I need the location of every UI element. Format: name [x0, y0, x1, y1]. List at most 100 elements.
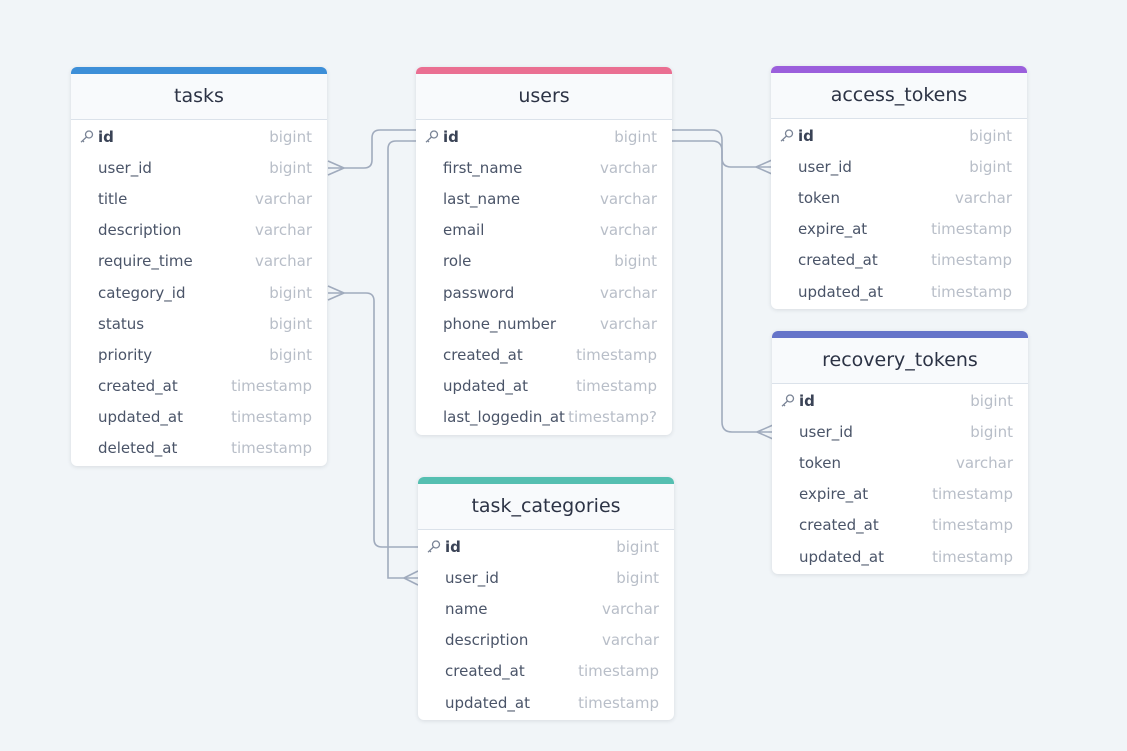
column-row[interactable]: created_at timestamp — [416, 339, 672, 370]
table-users[interactable]: users id bigint first_name varchar last_name v… — [416, 67, 672, 435]
column-row[interactable]: user_id bigint — [772, 416, 1028, 447]
column-name: id — [798, 126, 814, 145]
column-row[interactable]: updated_at timestamp — [418, 687, 674, 718]
column-row[interactable]: user_id bigint — [71, 152, 327, 183]
column-name: id — [98, 127, 114, 146]
column-row[interactable]: updated_at timestamp — [772, 541, 1028, 572]
column-row[interactable]: description varchar — [71, 215, 327, 246]
column-row[interactable]: deleted_at timestamp — [71, 433, 327, 464]
column-type: timestamp — [931, 220, 1012, 239]
column-type: varchar — [599, 189, 657, 208]
column-type: bigint — [269, 158, 312, 177]
column-row[interactable]: created_at timestamp — [771, 245, 1027, 276]
column-type: timestamp — [576, 345, 657, 364]
primary-key-row[interactable]: id bigint — [416, 121, 672, 152]
column-type: bigint — [269, 283, 312, 302]
column-row[interactable]: category_id bigint — [71, 277, 327, 308]
column-name: require_time — [98, 252, 193, 271]
table-color-bar — [418, 477, 674, 484]
column-row[interactable]: last_name varchar — [416, 183, 672, 214]
column-name: created_at — [445, 662, 525, 681]
link-users-tasks — [328, 129, 416, 169]
crowfoot-tasks-category-id — [327, 285, 345, 301]
column-row[interactable]: email varchar — [416, 215, 672, 246]
table-header[interactable]: tasks — [71, 74, 327, 120]
column-name: name — [445, 599, 488, 618]
table-tasks[interactable]: tasks id bigint user_id bigint title varchar de… — [71, 67, 327, 467]
table-access-tokens[interactable]: access_tokensid bigint user_id bigint token v… — [771, 66, 1027, 310]
column-type: bigint — [269, 127, 312, 146]
column-type: bigint — [970, 422, 1013, 441]
column-name: id — [799, 391, 815, 410]
column-name: created_at — [799, 516, 879, 535]
key-icon — [427, 540, 441, 553]
column-row[interactable]: priority bigint — [71, 339, 327, 370]
column-type: varchar — [599, 314, 657, 333]
column-row[interactable]: last_loggedin_at timestamp? — [416, 402, 672, 433]
table-header[interactable]: access_tokens — [771, 73, 1027, 119]
table-header[interactable]: recovery_tokens — [772, 338, 1028, 384]
column-type: timestamp — [932, 547, 1013, 566]
column-row[interactable]: token varchar — [772, 447, 1028, 478]
column-type: varchar — [601, 631, 659, 650]
column-row[interactable]: token varchar — [771, 182, 1027, 213]
column-row[interactable]: updated_at timestamp — [771, 276, 1027, 307]
column-name: updated_at — [798, 282, 883, 301]
column-row[interactable]: created_at timestamp — [418, 656, 674, 687]
column-name: token — [799, 453, 841, 472]
table-color-bar — [71, 67, 327, 74]
table-columns: id bigint user_id bigint token varchar expire_… — [771, 119, 1027, 309]
table-header[interactable]: users — [416, 74, 672, 120]
primary-key-row[interactable]: id bigint — [71, 121, 327, 152]
column-row[interactable]: expire_at timestamp — [771, 214, 1027, 245]
link-users-recovery-tokens — [672, 140, 773, 433]
column-name: created_at — [443, 345, 523, 364]
column-row[interactable]: title varchar — [71, 183, 327, 214]
column-type: bigint — [269, 345, 312, 364]
column-row[interactable]: name varchar — [418, 593, 674, 624]
crowfoot-access-tokens-user-id — [755, 159, 773, 175]
column-row[interactable]: expire_at timestamp — [772, 479, 1028, 510]
column-name: last_name — [443, 189, 521, 208]
column-row[interactable]: updated_at timestamp — [416, 371, 672, 402]
table-recovery-tokens[interactable]: recovery_tokens id bigint user_id bigint toke… — [772, 331, 1028, 575]
column-name: password — [443, 283, 515, 302]
table-header[interactable]: task_categories — [418, 484, 674, 530]
crowfoot-recovery-tokens-user-id — [756, 424, 774, 440]
column-name: description — [98, 221, 182, 240]
column-row[interactable]: phone_number varchar — [416, 308, 672, 339]
column-row[interactable]: updated_at timestamp — [71, 402, 327, 433]
column-row[interactable]: password varchar — [416, 277, 672, 308]
column-row[interactable]: description varchar — [418, 625, 674, 656]
column-row[interactable]: first_name varchar — [416, 152, 672, 183]
column-type: timestamp — [578, 662, 659, 681]
column-type: bigint — [616, 568, 659, 587]
table-color-bar — [772, 331, 1028, 338]
key-icon — [781, 394, 795, 407]
primary-key-row[interactable]: id bigint — [772, 385, 1028, 416]
link-users-access-tokens — [672, 129, 772, 168]
column-type: timestamp — [932, 485, 1013, 504]
column-row[interactable]: user_id bigint — [418, 562, 674, 593]
column-row[interactable]: created_at timestamp — [71, 371, 327, 402]
primary-key-row[interactable]: id bigint — [418, 531, 674, 562]
column-row[interactable]: require_time varchar — [71, 246, 327, 277]
column-row[interactable]: role bigint — [416, 246, 672, 277]
key-icon — [425, 130, 439, 143]
primary-key-row[interactable]: id bigint — [771, 120, 1027, 151]
column-type: varchar — [599, 221, 657, 240]
column-name: updated_at — [443, 377, 528, 396]
column-name: token — [798, 188, 840, 207]
link-task-categories-tasks — [328, 292, 418, 548]
column-row[interactable]: created_at timestamp — [772, 510, 1028, 541]
column-row[interactable]: status bigint — [71, 308, 327, 339]
column-type: timestamp — [578, 693, 659, 712]
column-type: varchar — [254, 252, 312, 271]
column-name: expire_at — [798, 220, 868, 239]
column-type: timestamp — [231, 377, 312, 396]
column-type: varchar — [254, 189, 312, 208]
table-task-categories[interactable]: task_categories id bigint user_id bigint name… — [418, 477, 674, 721]
table-columns: id bigint user_id bigint token varchar expire_… — [772, 384, 1028, 574]
column-type: bigint — [969, 126, 1012, 145]
column-row[interactable]: user_id bigint — [771, 151, 1027, 182]
